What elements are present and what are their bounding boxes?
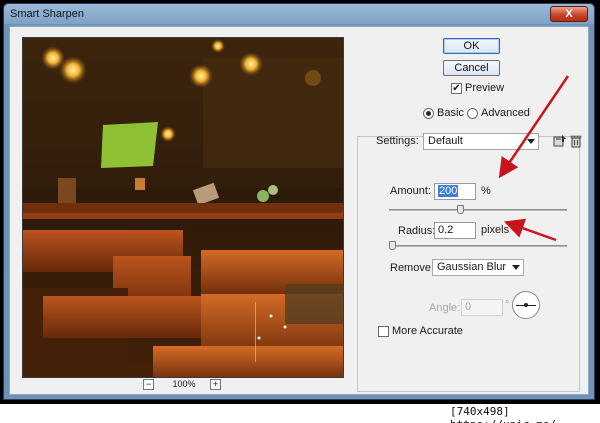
chevron-down-icon [527,139,535,144]
ok-button[interactable]: OK [443,38,500,54]
dialog-body: − 100% + OK Cancel ✔ Preview Basic Advan… [9,26,589,395]
dialog-window: Smart Sharpen X − 100% + OK Cancel ✔ Pre… [3,3,595,400]
radius-slider-thumb[interactable] [389,241,396,250]
amount-label: Amount: [390,185,431,197]
radius-field[interactable]: 0.2 [434,222,476,239]
settings-label: Settings: [376,135,419,147]
preview-photo [23,38,343,377]
screenshot-frame: Smart Sharpen X − 100% + OK Cancel ✔ Pre… [0,0,600,404]
chevron-down-icon [512,265,520,270]
radius-slider-track[interactable] [389,245,567,247]
basic-radio[interactable] [423,108,434,119]
delete-settings-icon[interactable] [569,134,583,148]
amount-slider-track[interactable] [389,209,567,211]
advanced-label: Advanced [481,107,530,119]
angle-label: Angle: [429,302,461,314]
preview-label: Preview [465,82,505,94]
close-button[interactable]: X [550,6,588,22]
amount-value: 200 [438,185,459,197]
more-accurate-label: More Accurate [392,325,463,337]
angle-unit: ° [505,299,510,311]
remove-label: Remove: [390,262,435,274]
zoom-level: 100% [172,379,196,389]
checkmark-icon: ✔ [452,83,461,94]
settings-value: Default [428,135,463,147]
preview-image[interactable] [22,37,344,378]
amount-unit: % [481,185,491,197]
angle-field[interactable]: 0 [461,299,503,316]
angle-value: 0 [465,301,472,313]
remove-value: Gaussian Blur [437,261,507,273]
more-accurate-checkbox[interactable] [378,326,389,337]
remove-dropdown[interactable]: Gaussian Blur [432,259,524,276]
radius-value: 0.2 [438,224,454,236]
settings-dropdown[interactable]: Default [423,133,539,150]
radius-unit: pixels [481,224,510,236]
zoom-out-button[interactable]: − [143,379,154,390]
preview-checkbox[interactable]: ✔ [451,83,462,94]
amount-slider-thumb[interactable] [457,205,465,214]
basic-label: Basic [437,107,464,119]
advanced-radio[interactable] [467,108,478,119]
zoom-in-button[interactable]: + [210,379,221,390]
angle-dial-icon[interactable] [512,291,540,319]
window-title: Smart Sharpen [10,8,84,20]
image-size-watermark: [740x498] https://upic.me/ [450,405,556,423]
radius-label: Radius: [398,225,436,237]
title-bar[interactable]: Smart Sharpen X [4,4,594,24]
cancel-button[interactable]: Cancel [443,60,500,76]
amount-field[interactable]: 200 [434,183,476,200]
save-settings-icon[interactable] [553,134,567,148]
